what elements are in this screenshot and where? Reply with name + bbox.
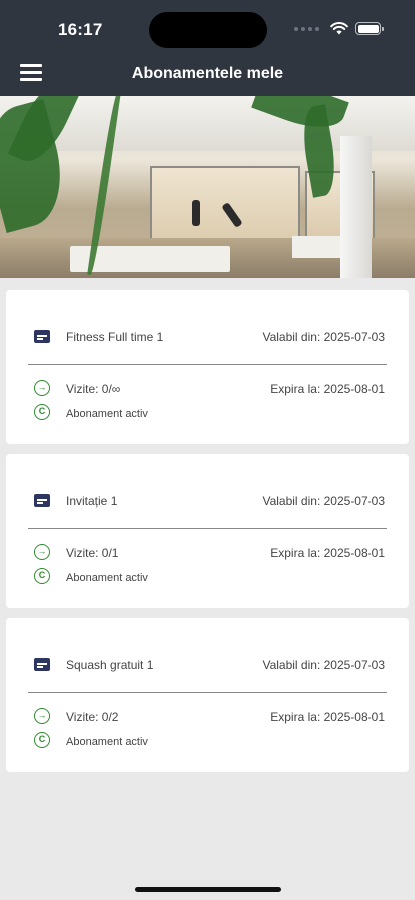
subscription-card[interactable]: Fitness Full time 1 Valabil din: 2025-07…	[6, 290, 409, 444]
dynamic-island	[149, 12, 267, 48]
visits-count: Vizite: 0/2	[66, 710, 119, 724]
login-arrow-icon: →	[34, 708, 50, 724]
card-icon	[34, 658, 50, 671]
subscription-name: Invitație 1	[66, 494, 118, 508]
divider	[28, 528, 387, 529]
subscription-status: Abonament activ	[66, 408, 148, 420]
subscription-name: Fitness Full time 1	[66, 330, 164, 344]
visits-count: Vizite: 0/1	[66, 546, 119, 560]
visits-count: Vizite: 0/∞	[66, 382, 121, 396]
divider	[28, 692, 387, 693]
expiry-date: Expira la: 2025-08-01	[270, 382, 385, 396]
card-icon	[34, 330, 50, 343]
copyright-circle-icon: C	[34, 732, 50, 748]
status-icons	[294, 22, 384, 35]
expiry-date: Expira la: 2025-08-01	[270, 710, 385, 724]
signal-dots-icon	[294, 26, 319, 31]
valid-from: Valabil din: 2025-07-03	[262, 494, 385, 508]
subscription-status: Abonament activ	[66, 572, 148, 584]
app-header: 16:17 Abonamentele mele	[0, 0, 415, 96]
subscription-status: Abonament activ	[66, 736, 148, 748]
card-icon	[34, 494, 50, 507]
home-indicator[interactable]	[135, 887, 281, 892]
valid-from: Valabil din: 2025-07-03	[262, 658, 385, 672]
divider	[28, 364, 387, 365]
login-arrow-icon: →	[34, 380, 50, 396]
subscription-card[interactable]: Squash gratuit 1 Valabil din: 2025-07-03…	[6, 618, 409, 772]
copyright-circle-icon: C	[34, 568, 50, 584]
subscription-name: Squash gratuit 1	[66, 658, 154, 672]
hero-image	[0, 96, 415, 278]
login-arrow-icon: →	[34, 544, 50, 560]
valid-from: Valabil din: 2025-07-03	[262, 330, 385, 344]
page-title: Abonamentele mele	[131, 65, 284, 82]
wifi-icon	[330, 22, 348, 35]
battery-icon	[355, 22, 384, 35]
status-bar: 16:17	[0, 0, 415, 52]
nav-bar: Abonamentele mele	[0, 52, 415, 96]
copyright-circle-icon: C	[34, 404, 50, 420]
subscription-card[interactable]: Invitație 1 Valabil din: 2025-07-03 → Vi…	[6, 454, 409, 608]
status-time: 16:17	[58, 20, 103, 39]
subscription-list: Fitness Full time 1 Valabil din: 2025-07…	[0, 278, 415, 772]
expiry-date: Expira la: 2025-08-01	[270, 546, 385, 560]
